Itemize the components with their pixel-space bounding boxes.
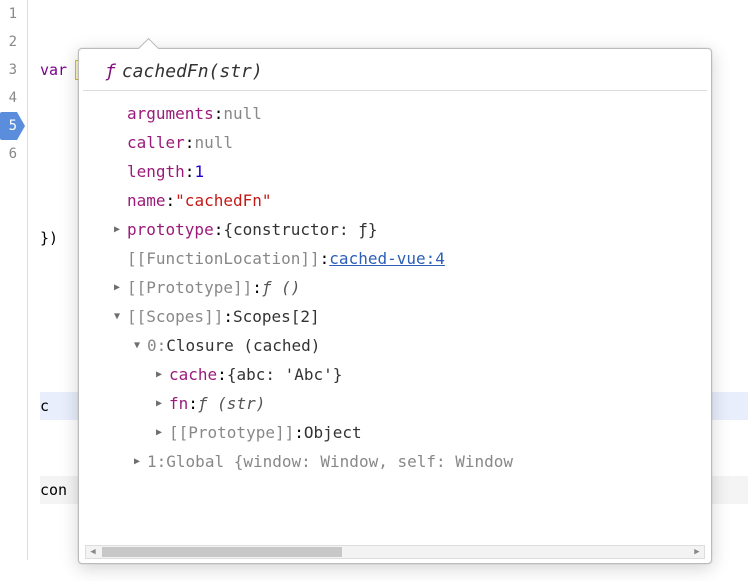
line-number: 6 (0, 140, 17, 168)
prop-row-fn[interactable]: ▶ fn: ƒ (str) (83, 389, 707, 418)
prop-row-function-location[interactable]: ▶ [[FunctionLocation]]: cached-vue:4 (83, 244, 707, 273)
tooltip-header: ƒ cachedFn(str) (83, 59, 707, 91)
prop-row-length[interactable]: ▶ length: 1 (83, 157, 707, 186)
line-number: 4 (0, 84, 17, 112)
value-inspector-tooltip: ƒ cachedFn(str) ▶ arguments: null ▶ calle… (78, 48, 712, 564)
scroll-right-button[interactable]: ▶ (690, 546, 704, 558)
line-gutter: 1 2 3 4 5 6 (0, 0, 28, 560)
expand-arrow-icon[interactable]: ▶ (131, 447, 143, 476)
prop-row-scopes[interactable]: ▼ [[Scopes]]: Scopes[2] (83, 302, 707, 331)
prop-row-caller[interactable]: ▶ caller: null (83, 128, 707, 157)
line-number-current: 5 (0, 112, 17, 140)
expand-arrow-icon[interactable]: ▶ (153, 389, 165, 418)
line-number: 1 (0, 0, 17, 28)
line-number: 3 (0, 56, 17, 84)
collapse-arrow-icon[interactable]: ▼ (131, 331, 143, 360)
scroll-thumb[interactable] (102, 547, 342, 557)
tooltip-body[interactable]: ▶ arguments: null ▶ caller: null ▶ lengt… (83, 91, 707, 531)
prop-row-name[interactable]: ▶ name: "cachedFn" (83, 186, 707, 215)
scope-row-0[interactable]: ▼ 0: Closure (cached) (83, 331, 707, 360)
prop-row-cache[interactable]: ▶ cache: {abc: 'Abc'} (83, 360, 707, 389)
collapse-arrow-icon[interactable]: ▼ (111, 302, 123, 331)
expand-arrow-icon[interactable]: ▶ (111, 215, 123, 244)
function-location-link[interactable]: cached-vue:4 (329, 244, 445, 273)
expand-arrow-icon[interactable]: ▶ (153, 418, 165, 447)
function-glyph-icon: ƒ (105, 61, 116, 82)
expand-arrow-icon[interactable]: ▶ (153, 360, 165, 389)
prop-row-prototype[interactable]: ▶ prototype: {constructor: ƒ} (83, 215, 707, 244)
prop-row-arguments[interactable]: ▶ arguments: null (83, 99, 707, 128)
expand-arrow-icon[interactable]: ▶ (111, 273, 123, 302)
scope-row-1[interactable]: ▶ 1: Global {window: Window, self: Windo… (83, 447, 707, 476)
prop-row-prototype-internal[interactable]: ▶ [[Prototype]]: ƒ () (83, 273, 707, 302)
horizontal-scrollbar[interactable]: ◀ ▶ (85, 545, 705, 559)
prop-row-inner-prototype[interactable]: ▶ [[Prototype]]: Object (83, 418, 707, 447)
tooltip-signature: cachedFn(str) (122, 61, 263, 82)
scroll-left-button[interactable]: ◀ (86, 546, 100, 558)
line-number: 2 (0, 28, 17, 56)
